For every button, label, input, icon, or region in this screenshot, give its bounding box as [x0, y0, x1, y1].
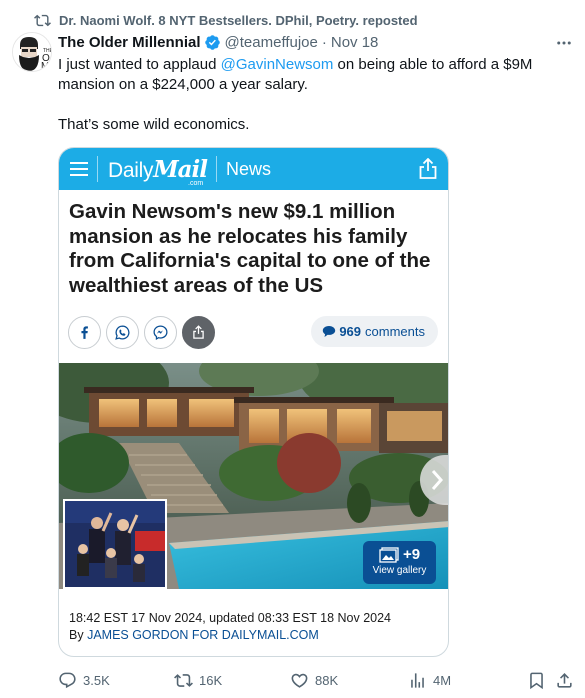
post-header: The Older Millennial @teameffujoe · Nov … [58, 32, 545, 52]
post-text: I just wanted to applaud @GavinNewsom on… [58, 55, 558, 135]
gallery-label: View gallery [372, 565, 427, 576]
reply-icon [59, 672, 76, 688]
article-timestamp: 18:42 EST 17 Nov 2024, updated 08:33 EST… [69, 611, 391, 625]
svg-text:M: M [41, 61, 49, 72]
comments-label: comments [365, 324, 425, 339]
author-handle[interactable]: @teameffujoe [225, 34, 318, 51]
messenger-button [144, 316, 177, 349]
inset-family-photo [63, 499, 167, 589]
family-photo [65, 501, 165, 587]
divider [216, 156, 218, 182]
reply-count: 3.5K [83, 672, 110, 688]
bearded-man-logo: THE O M [13, 33, 51, 72]
article-card[interactable]: Daily Mail .com News Gavin Newsom's new $… [58, 147, 449, 657]
gallery-count: +9 [402, 546, 421, 563]
repost-count: 16K [199, 672, 223, 688]
bookmark-icon [530, 672, 543, 689]
like-count: 88K [315, 672, 339, 688]
byline-prefix: By [69, 628, 88, 642]
like-button[interactable]: 88K [290, 669, 338, 691]
article-photo: +9 View gallery [59, 363, 448, 589]
more-share-button [182, 316, 215, 349]
view-gallery-button: +9 View gallery [363, 541, 436, 584]
repost-label: Dr. Naomi Wolf. 8 NYT Bestsellers. DPhil… [59, 12, 418, 28]
post-text-part1: I just wanted to applaud [58, 56, 221, 73]
author-name[interactable]: The Older Millennial [58, 34, 201, 51]
verified-badge-icon [204, 34, 220, 50]
share-icon [193, 325, 204, 339]
messenger-icon [153, 325, 168, 340]
repost-icon [34, 14, 51, 26]
logo-mail: Mail [153, 155, 208, 183]
facebook-icon [81, 326, 88, 339]
article-meta: 18:42 EST 17 Nov 2024, updated 08:33 EST… [69, 610, 391, 644]
article-byline: By JAMES GORDON FOR DAILYMAIL.COM [69, 627, 391, 644]
byline-author: JAMES GORDON FOR DAILYMAIL.COM [87, 628, 319, 642]
views-button[interactable]: 4M [408, 669, 451, 691]
article-headline: Gavin Newsom's new $9.1 million mansion … [69, 200, 431, 297]
repost-attribution[interactable]: Dr. Naomi Wolf. 8 NYT Bestsellers. DPhil… [34, 11, 418, 29]
repost-icon [174, 673, 193, 687]
separator-dot: · [321, 33, 327, 51]
post-actions: 3.5K 16K 88K 4M [58, 669, 573, 691]
whatsapp-icon [115, 325, 130, 340]
repost-button[interactable]: 16K [174, 669, 222, 691]
whatsapp-button [106, 316, 139, 349]
comments-button: 969 comments [311, 316, 438, 347]
views-count: 4M [433, 672, 452, 688]
heart-icon [291, 673, 308, 688]
divider [97, 156, 98, 182]
comment-bubble-icon [323, 326, 336, 337]
share-icon [419, 158, 437, 179]
mention-link[interactable]: @GavinNewsom [221, 56, 334, 73]
views-chart-icon [411, 672, 424, 688]
bookmark-button[interactable] [527, 669, 552, 691]
chevron-right-icon [431, 470, 444, 490]
post-text-line1: I just wanted to applaud @GavinNewsom on… [58, 55, 558, 95]
post-date[interactable]: Nov 18 [331, 34, 379, 51]
dailymail-logo: Daily Mail .com [108, 155, 208, 187]
menu-icon [70, 162, 88, 176]
logo-com: .com [188, 179, 204, 187]
more-options-icon[interactable] [555, 34, 573, 52]
gallery-icon [379, 546, 399, 563]
post-text-line2: That’s some wild economics. [58, 116, 250, 133]
reply-button[interactable]: 3.5K [58, 669, 110, 691]
share-button[interactable] [555, 669, 580, 691]
share-buttons [68, 316, 220, 349]
logo-daily: Daily [108, 158, 154, 182]
share-icon [557, 672, 572, 688]
facebook-button [68, 316, 101, 349]
comments-count: 969 [339, 324, 362, 339]
avatar[interactable]: THE O M [12, 32, 52, 72]
section-label: News [226, 158, 272, 179]
dailymail-header-bar: Daily Mail .com News [59, 148, 448, 190]
